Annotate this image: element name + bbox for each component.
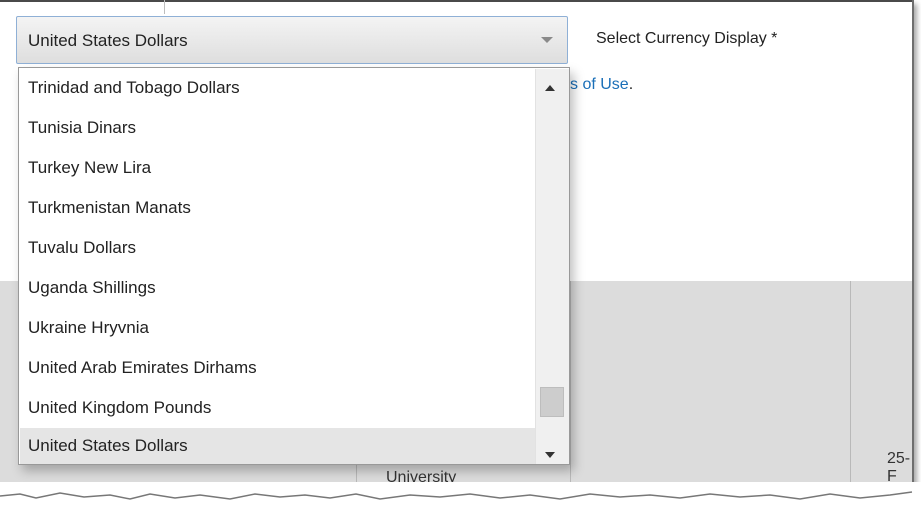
currency-option[interactable]: United Kingdom Pounds: [20, 388, 535, 428]
currency-dropdown-list[interactable]: Trinidad and Tobago Dollars Tunisia Dina…: [18, 67, 570, 465]
table-column-divider: [570, 281, 571, 496]
scroll-thumb[interactable]: [540, 387, 564, 417]
torn-edge: [0, 482, 921, 513]
currency-option[interactable]: United Arab Emirates Dirhams: [20, 348, 535, 388]
currency-option[interactable]: Uganda Shillings: [20, 268, 535, 308]
chevron-down-icon: [541, 37, 553, 43]
currency-select-value: United States Dollars: [28, 31, 188, 50]
currency-display-label: Select Currency Display *: [596, 30, 778, 47]
currency-option[interactable]: Tuvalu Dollars: [20, 228, 535, 268]
currency-option-selected[interactable]: United States Dollars: [20, 428, 535, 464]
scroll-down-arrow-icon[interactable]: [545, 452, 555, 458]
currency-select[interactable]: United States Dollars: [16, 16, 568, 64]
currency-option[interactable]: Trinidad and Tobago Dollars: [20, 68, 535, 108]
currency-option[interactable]: Tunisia Dinars: [20, 108, 535, 148]
table-cell-date: 25-F: [887, 450, 911, 485]
table-column-divider: [850, 281, 851, 496]
terms-of-use-link[interactable]: s of Use: [570, 76, 629, 93]
currency-option[interactable]: Ukraine Hryvnia: [20, 308, 535, 348]
currency-option[interactable]: Turkmenistan Manats: [20, 188, 535, 228]
currency-option[interactable]: Turkey New Lira: [20, 148, 535, 188]
top-tab-divider: [0, 0, 165, 14]
screenshot: University "Program for Early 25-F Selec…: [0, 0, 921, 513]
terms-period: .: [628, 76, 634, 93]
scroll-up-arrow-icon[interactable]: [545, 85, 555, 91]
terms-of-use-line: s of Use.: [570, 76, 633, 94]
dropdown-scrollbar[interactable]: [535, 69, 569, 464]
page-frame: University "Program for Early 25-F Selec…: [0, 0, 914, 503]
